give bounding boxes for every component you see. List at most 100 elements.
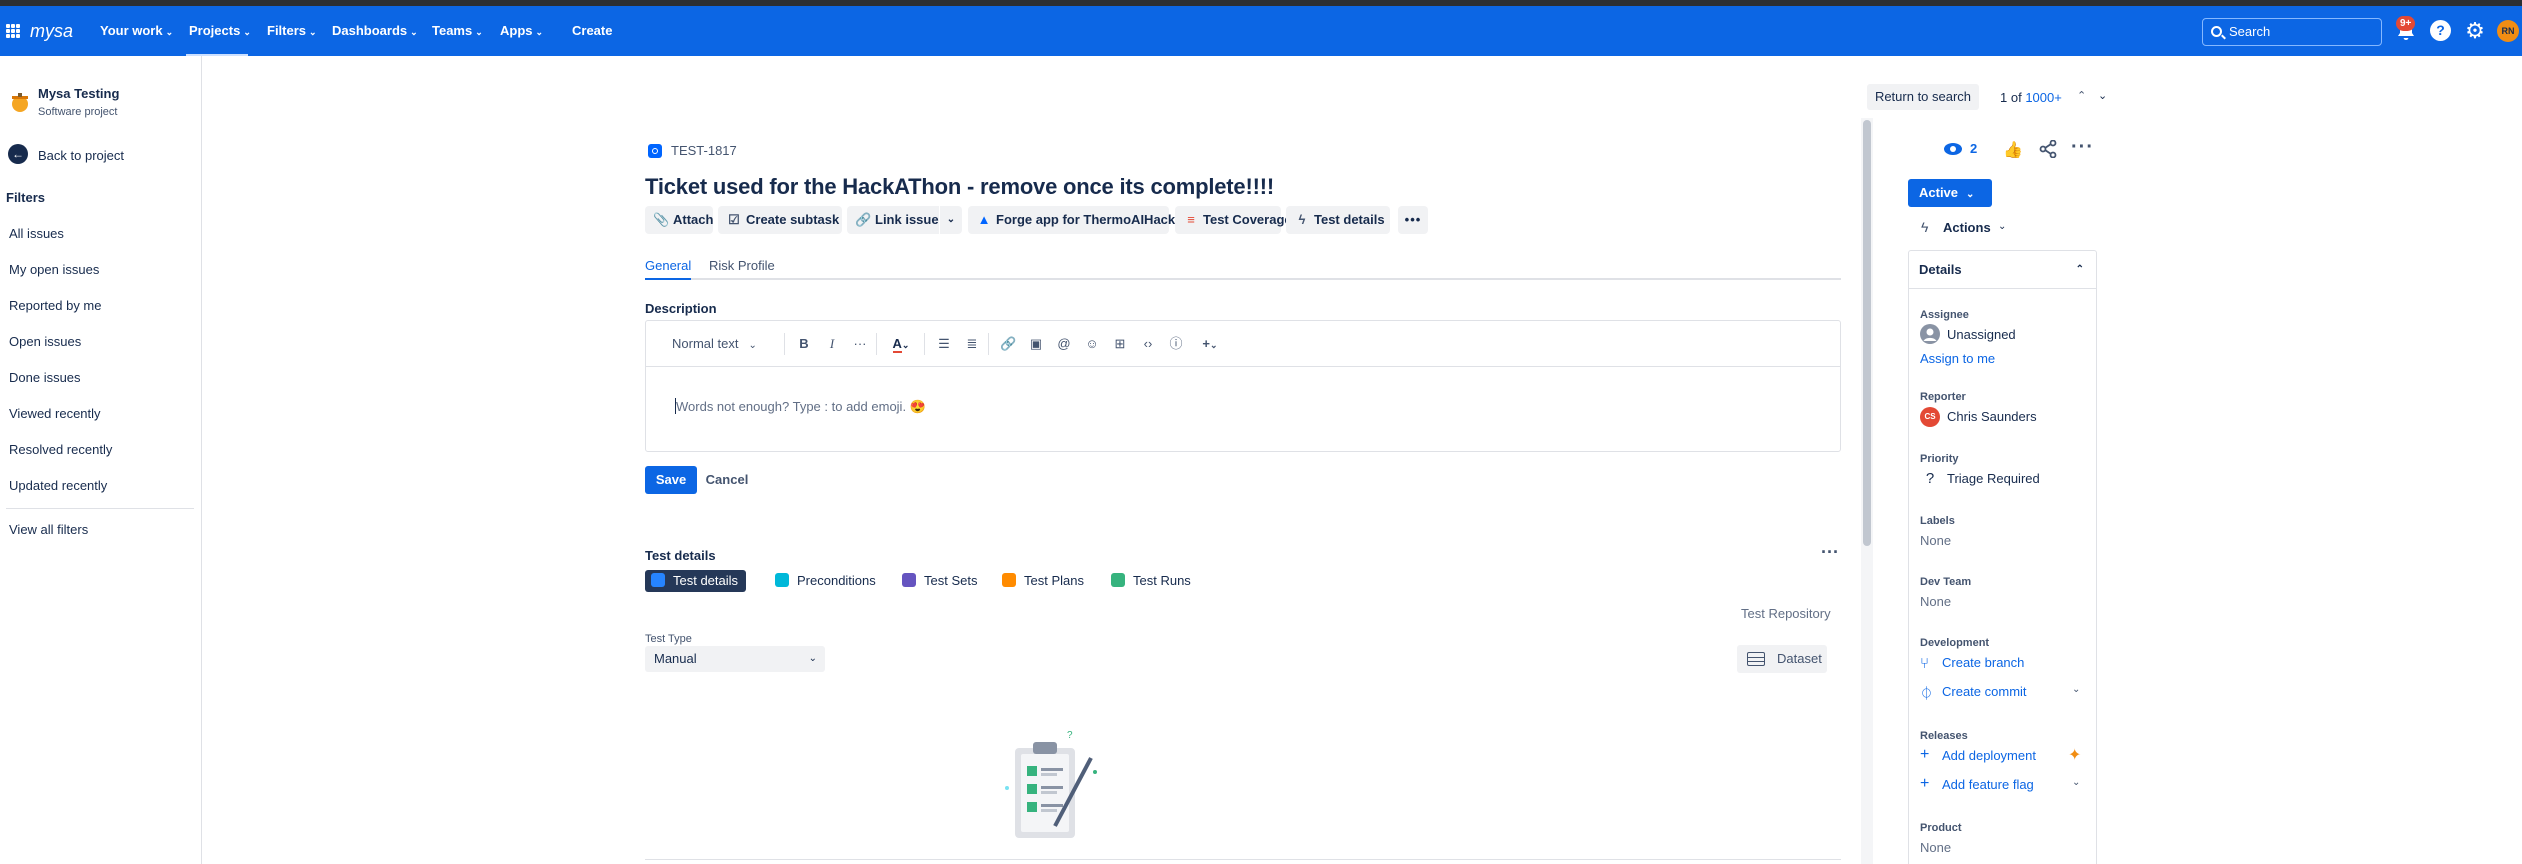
more-icon[interactable]: ··· [2071, 136, 2094, 159]
test-repository-link[interactable]: Test Repository [1741, 606, 1831, 621]
insert-more-icon[interactable]: +⌄ [1196, 335, 1224, 353]
emoji-icon[interactable]: ☺ [1084, 335, 1100, 353]
info-panel-icon[interactable]: ⓘ [1168, 335, 1184, 353]
test-type-select[interactable]: Manual ⌄ [645, 646, 825, 672]
test-tab-details[interactable]: Test details [645, 570, 747, 592]
test-tab-preconditions[interactable]: Preconditions [769, 570, 884, 592]
tab-risk-profile[interactable]: Risk Profile [709, 258, 775, 280]
text-color-icon[interactable]: A⌄ [888, 335, 914, 353]
link-icon: 🔗 [855, 212, 872, 227]
test-details-more-icon[interactable]: ··· [1821, 542, 1839, 563]
back-arrow-icon[interactable]: ← [8, 144, 28, 164]
dev-team-value[interactable]: None [1920, 594, 1951, 609]
nav-teams[interactable]: Teams ⌄ [432, 6, 483, 56]
status-dropdown-button[interactable]: Active ⌄ [1908, 179, 1992, 207]
create-commit-link[interactable]: Create commit [1942, 684, 2027, 699]
description-label: Description [645, 301, 717, 316]
empty-state-clipboard-illustration: ? [1005, 730, 1097, 838]
help-icon[interactable]: ? [2430, 20, 2451, 41]
priority-value[interactable]: Triage Required [1947, 471, 2040, 486]
watchers-count[interactable]: 2 [1970, 141, 1977, 156]
chevron-down-icon: ⌄ [901, 340, 910, 350]
project-name[interactable]: Mysa Testing [38, 86, 119, 101]
attach-button[interactable]: 📎 Attach [645, 206, 713, 234]
assign-to-me-link[interactable]: Assign to me [1920, 351, 1995, 366]
pager-total-link[interactable]: 1000+ [2025, 90, 2062, 105]
plus-icon: + [1920, 775, 1930, 792]
filter-all-issues[interactable]: All issues [9, 226, 64, 241]
return-to-search-button[interactable]: Return to search [1867, 84, 1979, 110]
image-icon[interactable]: ▣ [1028, 335, 1044, 353]
bold-icon[interactable]: B [796, 335, 812, 353]
back-to-project-link[interactable]: Back to project [38, 148, 124, 163]
cancel-button[interactable]: Cancel [701, 466, 753, 494]
forge-app-button[interactable]: ▲ Forge app for ThermoAIHack [968, 206, 1175, 234]
nav-filters[interactable]: Filters ⌄ [267, 6, 317, 56]
share-icon[interactable] [2039, 140, 2057, 158]
chevron-down-icon[interactable]: ⌄ [2072, 777, 2080, 788]
chevron-down-icon[interactable]: ⌄ [2072, 684, 2080, 695]
search-input[interactable]: Search [2202, 18, 2382, 46]
filter-done-issues[interactable]: Done issues [9, 370, 81, 385]
gear-icon[interactable]: ⚙ [2463, 19, 2487, 43]
filter-updated-recently[interactable]: Updated recently [9, 478, 107, 493]
scrollbar-thumb[interactable] [1863, 120, 1871, 546]
filter-open-issues[interactable]: Open issues [9, 334, 81, 349]
issue-key-link[interactable]: TEST-1817 [671, 143, 737, 158]
issue-title[interactable]: Ticket used for the HackAThon - remove o… [645, 174, 1274, 200]
details-panel: Details ⌃ Assignee Unassigned Assign to m… [1908, 250, 2097, 864]
link-icon[interactable]: 🔗 [1000, 335, 1016, 353]
test-tab-test-plans[interactable]: Test Plans [996, 570, 1092, 592]
labels-value[interactable]: None [1920, 533, 1951, 548]
filter-reported-by-me[interactable]: Reported by me [9, 298, 102, 313]
add-deployment-link[interactable]: Add deployment [1942, 748, 2036, 763]
create-button[interactable]: Create [572, 6, 612, 56]
more-formatting-icon[interactable]: ··· [852, 335, 868, 353]
bullet-list-icon[interactable]: ☰ [936, 335, 952, 353]
unassigned-avatar-icon [1920, 324, 1940, 344]
editor-placeholder[interactable]: Words not enough? Type : to add emoji. 😍 [676, 399, 926, 415]
mention-icon[interactable]: @ [1056, 335, 1072, 353]
nav-dashboards[interactable]: Dashboards ⌄ [332, 6, 418, 56]
filter-resolved-recently[interactable]: Resolved recently [9, 442, 112, 457]
link-issue-button[interactable]: 🔗 Link issue [847, 206, 939, 234]
test-coverage-button[interactable]: ≡ Test Coverage [1175, 206, 1292, 234]
add-feature-flag-link[interactable]: Add feature flag [1942, 777, 2034, 792]
text-style-dropdown[interactable]: Normal text ⌄ [672, 335, 768, 353]
create-branch-link[interactable]: Create branch [1942, 655, 2024, 670]
product-value[interactable]: None [1920, 840, 1951, 855]
dataset-button[interactable]: Dataset [1737, 645, 1827, 673]
site-logo[interactable]: mysa [30, 18, 73, 44]
test-tab-test-sets[interactable]: Test Sets [896, 570, 985, 592]
nav-your-work[interactable]: Your work ⌄ [100, 6, 173, 56]
italic-icon[interactable]: I [824, 335, 840, 353]
app-switcher-icon[interactable] [6, 24, 20, 38]
next-issue-chevron-icon[interactable]: ⌄ [2098, 89, 2107, 102]
actions-dropdown[interactable]: Actions [1943, 220, 1991, 235]
assignee-value[interactable]: Unassigned [1947, 327, 2016, 342]
code-icon[interactable]: ‹› [1140, 335, 1156, 353]
top-navigation: mysa Your work ⌄ Projects ⌄ Filters ⌄ Dashb… [0, 6, 2522, 56]
user-avatar[interactable]: RN [2497, 20, 2519, 42]
more-actions-button[interactable]: ••• [1398, 206, 1428, 234]
tab-general[interactable]: General [645, 258, 692, 280]
nav-projects[interactable]: Projects ⌄ [189, 6, 251, 56]
previous-issue-chevron-icon[interactable]: ⌃ [2077, 89, 2086, 102]
nav-apps[interactable]: Apps ⌄ [500, 6, 543, 56]
filter-my-open-issues[interactable]: My open issues [9, 262, 99, 277]
test-tab-test-runs[interactable]: Test Runs [1105, 570, 1199, 592]
reporter-value[interactable]: Chris Saunders [1947, 409, 2037, 424]
save-button[interactable]: Save [645, 466, 697, 494]
thumbs-up-icon[interactable]: 👍 [2003, 140, 2023, 160]
view-all-filters-link[interactable]: View all filters [9, 522, 88, 537]
test-plans-icon [1002, 573, 1016, 587]
watch-eye-icon[interactable] [1943, 142, 1963, 156]
table-icon[interactable]: ⊞ [1112, 335, 1128, 353]
details-header[interactable]: Details ⌃ [1909, 251, 2096, 289]
chevron-down-icon[interactable]: ⌄ [1998, 221, 2006, 232]
test-details-button[interactable]: ϟ Test details [1286, 206, 1390, 234]
create-subtask-button[interactable]: ☑ Create subtask [718, 206, 842, 234]
numbered-list-icon[interactable]: ≣ [964, 335, 980, 353]
filter-viewed-recently[interactable]: Viewed recently [9, 406, 101, 421]
link-issue-dropdown[interactable]: ⌄ [940, 206, 962, 234]
